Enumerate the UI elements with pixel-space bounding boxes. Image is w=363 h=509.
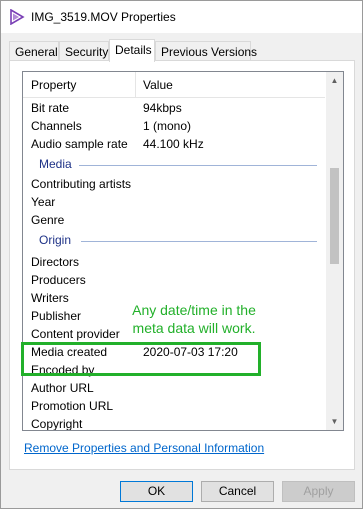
property-name: Channels — [31, 119, 82, 133]
scroll-down-arrow-icon[interactable]: ▼ — [326, 413, 343, 430]
table-row[interactable]: Channels 1 (mono) — [23, 117, 325, 135]
tab-security-label: Security — [65, 45, 109, 59]
details-listview[interactable]: Property Value Bit rate 94kbps Channels … — [22, 71, 344, 431]
scrollbar-thumb[interactable] — [330, 168, 339, 264]
column-header-value[interactable]: Value — [143, 78, 173, 92]
property-name: Content provider — [31, 327, 120, 341]
scroll-up-arrow-icon[interactable]: ▲ — [326, 72, 343, 89]
highlight-annotation-box — [21, 342, 261, 376]
column-divider[interactable] — [135, 72, 136, 97]
group-header-origin: Origin — [23, 231, 325, 249]
window-title: IMG_3519.MOV Properties — [31, 10, 176, 24]
annotation-text: Any date/time in the meta data will work… — [132, 302, 256, 336]
tab-details[interactable]: Details — [109, 39, 155, 62]
group-label: Media — [39, 157, 72, 171]
group-label: Origin — [39, 233, 72, 247]
tab-general-label: General — [15, 45, 58, 59]
list-header: Property Value — [23, 72, 325, 98]
property-name: Contributing artists — [31, 177, 132, 191]
property-name: Writers — [31, 291, 69, 305]
group-divider — [81, 241, 317, 242]
property-value: 44.100 kHz — [143, 137, 204, 151]
apply-button[interactable]: Apply — [282, 481, 355, 502]
property-name: Year — [31, 195, 56, 209]
property-name: Bit rate — [31, 101, 70, 115]
property-name: Copyright — [31, 417, 83, 431]
properties-window: IMG_3519.MOV Properties General Security… — [0, 0, 363, 509]
tab-details-label: Details — [115, 43, 152, 57]
table-row[interactable]: Producers — [23, 271, 325, 289]
property-name: Promotion URL — [31, 399, 114, 413]
property-value: 94kbps — [143, 101, 182, 115]
video-file-icon — [10, 9, 25, 25]
table-row[interactable]: Genre — [23, 211, 325, 229]
property-name: Producers — [31, 273, 86, 287]
group-header-media: Media — [23, 155, 325, 173]
property-name: Audio sample rate — [31, 137, 128, 151]
property-name: Genre — [31, 213, 65, 227]
vertical-scrollbar[interactable]: ▲ ▼ — [326, 72, 343, 430]
ok-button[interactable]: OK — [120, 481, 193, 502]
table-row[interactable]: Year — [23, 193, 325, 211]
tab-previous-versions-label: Previous Versions — [161, 45, 258, 59]
column-header-property[interactable]: Property — [31, 78, 76, 92]
remove-properties-link[interactable]: Remove Properties and Personal Informati… — [24, 441, 264, 455]
property-name: Publisher — [31, 309, 82, 323]
details-panel: Property Value Bit rate 94kbps Channels … — [9, 60, 355, 470]
table-row[interactable]: Directors — [23, 253, 325, 271]
title-bar[interactable]: IMG_3519.MOV Properties — [1, 1, 362, 33]
table-row[interactable]: Author URL — [23, 379, 325, 397]
table-row[interactable]: Bit rate 94kbps — [23, 99, 325, 117]
tab-bar: General Security Details Previous Versio… — [9, 39, 354, 62]
property-value: 1 (mono) — [143, 119, 192, 133]
table-row[interactable]: Audio sample rate 44.100 kHz — [23, 135, 325, 153]
table-row[interactable]: Contributing artists — [23, 175, 325, 193]
property-name: Directors — [31, 255, 80, 269]
table-row[interactable]: Promotion URL — [23, 397, 325, 415]
table-row[interactable]: Copyright — [23, 415, 325, 431]
cancel-button[interactable]: Cancel — [201, 481, 274, 502]
property-name: Author URL — [31, 381, 94, 395]
tab-previous-versions[interactable]: Previous Versions — [155, 41, 257, 61]
group-divider — [79, 165, 317, 166]
tab-general[interactable]: General — [9, 41, 59, 61]
tab-security[interactable]: Security — [59, 41, 109, 61]
